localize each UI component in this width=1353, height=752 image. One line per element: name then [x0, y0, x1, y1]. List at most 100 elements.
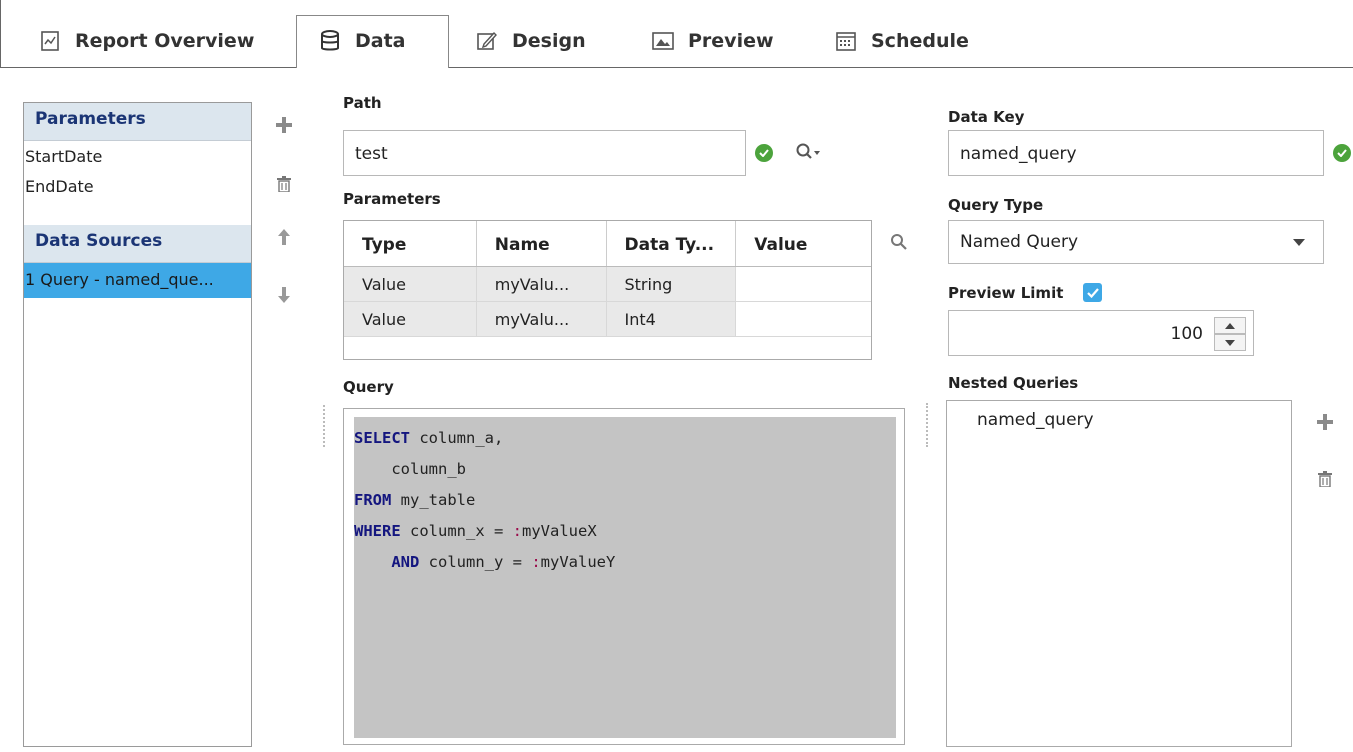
data-source-item[interactable]: 1 Query - named_que...: [24, 263, 251, 298]
column-header-data-type[interactable]: Data Ty...: [607, 221, 737, 266]
calendar-icon: [835, 30, 857, 52]
column-header-type[interactable]: Type: [344, 221, 477, 266]
database-icon: [319, 30, 341, 52]
nested-queries-label: Nested Queries: [948, 374, 1079, 392]
arrow-up-icon: [278, 229, 290, 245]
add-button[interactable]: [270, 111, 298, 139]
sql-text: my_table: [391, 491, 476, 509]
add-nested-query-button[interactable]: [1311, 408, 1339, 436]
preview-limit-value[interactable]: 100: [1171, 324, 1203, 344]
sql-text: column_y =: [419, 553, 532, 571]
image-icon: [652, 30, 674, 52]
resize-grip[interactable]: [323, 405, 327, 447]
trash-icon: [1318, 471, 1332, 487]
parameters-label: Parameters: [343, 190, 441, 208]
column-header-value[interactable]: Value: [736, 221, 871, 266]
query-text-area[interactable]: SELECT column_a, column_b FROM my_table WH…: [354, 417, 896, 738]
data-key-label: Data Key: [948, 108, 1025, 126]
sql-parameter-marker: :: [512, 522, 522, 540]
parameter-item-startdate[interactable]: StartDate: [24, 141, 251, 175]
move-up-button[interactable]: [270, 223, 298, 251]
data-key-field[interactable]: named_query: [948, 130, 1324, 176]
parameters-header: Parameters: [24, 103, 251, 141]
data-sources-header: Data Sources: [24, 225, 251, 263]
sql-parameter-marker: :: [531, 553, 541, 571]
search-icon: [891, 234, 907, 250]
sql-text: myValueX: [522, 522, 597, 540]
resize-grip[interactable]: [926, 403, 930, 447]
tab-report-overview[interactable]: Report Overview: [39, 16, 254, 68]
sql-keyword: WHERE: [354, 522, 401, 540]
plus-icon: [276, 117, 292, 133]
column-header-name[interactable]: Name: [477, 221, 607, 266]
query-line: column_b: [354, 454, 896, 485]
tab-label: Preview: [688, 30, 774, 52]
checkmark-icon: [1086, 287, 1099, 298]
table-header: Type Name Data Ty... Value: [344, 221, 871, 267]
tab-label: Report Overview: [75, 30, 255, 52]
table-cell[interactable]: myValu...: [476, 302, 607, 337]
arrow-down-icon: [278, 287, 290, 303]
query-line: FROM my_table: [354, 485, 896, 516]
query-line: WHERE column_x = :myValueX: [354, 516, 896, 547]
trash-icon: [277, 176, 291, 192]
sql-text: column_x =: [400, 522, 513, 540]
query-line: SELECT column_a,: [354, 423, 896, 454]
decrement-button[interactable]: [1214, 334, 1246, 351]
path-field[interactable]: test: [343, 130, 746, 176]
table-cell[interactable]: myValu...: [476, 267, 607, 302]
delete-nested-query-button[interactable]: [1311, 465, 1339, 493]
table-cell[interactable]: Value: [344, 267, 477, 302]
preview-limit-spinner[interactable]: 100: [948, 310, 1254, 356]
check-circle-icon: [755, 144, 773, 162]
triangle-down-icon: [1225, 339, 1235, 346]
chevron-down-icon: [1293, 239, 1305, 246]
sql-text: column_b: [354, 460, 466, 478]
increment-button[interactable]: [1214, 317, 1246, 334]
query-label: Query: [343, 378, 394, 396]
edit-icon: [476, 30, 498, 52]
nested-queries-list: named_query: [946, 400, 1292, 747]
check-circle-icon: [1333, 144, 1351, 162]
path-label: Path: [343, 94, 382, 112]
tab-design[interactable]: Design: [476, 16, 586, 68]
search-parameters-button[interactable]: [890, 233, 908, 251]
table-cell[interactable]: Value: [344, 302, 477, 337]
browse-query-button[interactable]: [795, 142, 823, 164]
search-dropdown-icon: [796, 143, 820, 159]
list-item[interactable]: named_query: [977, 410, 1094, 430]
report-data-list: Parameters StartDate EndDate Data Source…: [23, 102, 252, 747]
query-type-value: Named Query: [960, 232, 1079, 252]
tab-label: Design: [512, 30, 586, 52]
query-type-select[interactable]: Named Query: [948, 220, 1324, 264]
tab-data[interactable]: Data: [296, 15, 449, 68]
table-row[interactable]: Value myValu... String: [344, 267, 871, 302]
tab-label: Schedule: [871, 30, 969, 52]
parameter-item-enddate[interactable]: EndDate: [24, 175, 251, 225]
move-down-button[interactable]: [270, 281, 298, 309]
delete-button[interactable]: [270, 170, 298, 198]
table-cell[interactable]: [736, 267, 871, 302]
tab-preview[interactable]: Preview: [652, 16, 774, 68]
preview-limit-label: Preview Limit: [948, 284, 1064, 302]
sql-keyword: AND: [391, 553, 420, 571]
preview-limit-checkbox[interactable]: [1083, 283, 1102, 302]
sql-text: column_a,: [410, 429, 504, 447]
triangle-up-icon: [1225, 322, 1235, 329]
parameters-table: Type Name Data Ty... Value Value myValu.…: [343, 220, 872, 360]
table-cell[interactable]: [736, 302, 871, 337]
query-line: AND column_y = :myValueY: [354, 547, 896, 578]
tab-label: Data: [355, 30, 406, 52]
table-cell[interactable]: String: [606, 267, 737, 302]
sql-text: myValueY: [540, 553, 616, 571]
sql-keyword: SELECT: [354, 429, 410, 447]
query-type-label: Query Type: [948, 196, 1044, 214]
table-cell[interactable]: Int4: [606, 302, 737, 337]
report-icon: [39, 30, 61, 52]
table-row[interactable]: Value myValu... Int4: [344, 302, 871, 337]
plus-icon: [1317, 414, 1333, 430]
query-editor[interactable]: SELECT column_a, column_b FROM my_table WH…: [343, 408, 905, 745]
tab-schedule[interactable]: Schedule: [835, 16, 969, 68]
sql-keyword: FROM: [354, 491, 392, 509]
